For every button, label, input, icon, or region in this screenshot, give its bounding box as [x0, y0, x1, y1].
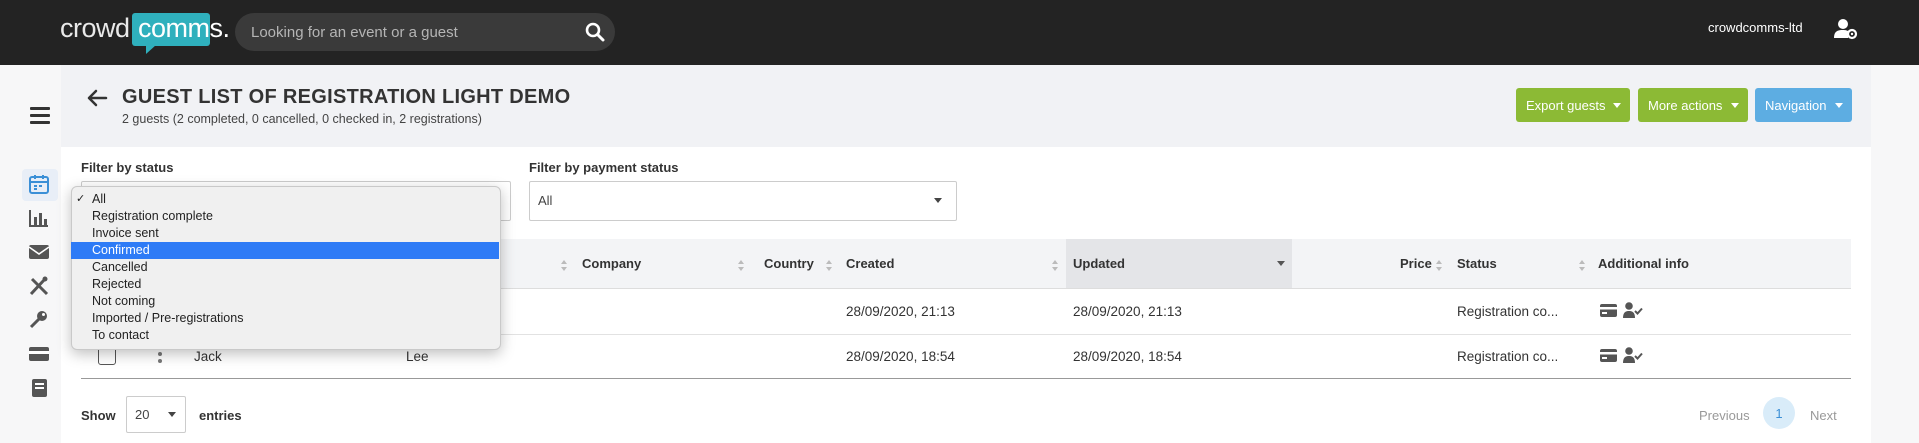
column-company[interactable]: Company — [582, 256, 641, 271]
sort-icon[interactable] — [738, 260, 744, 272]
table-bottom-border — [81, 378, 1851, 379]
status-option-label: Rejected — [92, 277, 142, 291]
previous-page-link[interactable]: Previous — [1699, 408, 1750, 423]
user-check-icon[interactable] — [1623, 302, 1643, 318]
status-option-label: Not coming — [92, 294, 156, 308]
checkmark-icon: ✓ — [76, 193, 86, 205]
current-page-button[interactable]: 1 — [1763, 397, 1795, 429]
payment-filter-label: Filter by payment status — [529, 160, 679, 175]
column-created[interactable]: Created — [846, 256, 894, 271]
status-option[interactable]: ✓ All — [71, 191, 499, 208]
page-subtitle: 2 guests (2 completed, 0 cancelled, 0 ch… — [122, 112, 482, 126]
status-cell: Registration co... — [1457, 304, 1559, 319]
book-icon[interactable] — [28, 378, 50, 398]
envelope-icon[interactable] — [28, 242, 50, 262]
updated-cell: 28/09/2020, 18:54 — [1073, 349, 1182, 364]
payment-card-icon[interactable] — [1600, 304, 1617, 317]
payment-filter-value: All — [538, 193, 553, 208]
status-option-label: Registration complete — [92, 209, 213, 223]
key-icon[interactable] — [28, 310, 50, 330]
payment-filter-select[interactable] — [529, 181, 957, 221]
column-status[interactable]: Status — [1457, 256, 1497, 271]
chevron-down-icon — [934, 198, 942, 203]
column-updated[interactable]: Updated — [1073, 256, 1125, 271]
sort-icon[interactable] — [1579, 260, 1585, 272]
search-icon[interactable] — [585, 22, 605, 42]
status-option[interactable]: Rejected — [71, 276, 499, 293]
logo-text[interactable]: crowd — [60, 13, 130, 44]
entries-label: entries — [199, 408, 242, 423]
back-arrow-icon[interactable] — [86, 88, 108, 108]
more-actions-button[interactable]: More actions — [1638, 88, 1748, 122]
sort-desc-icon[interactable] — [1277, 261, 1285, 266]
status-option-label: Confirmed — [92, 243, 150, 257]
status-option[interactable]: To contact — [71, 327, 499, 344]
user-settings-icon[interactable] — [1834, 18, 1858, 40]
page-size-value: 20 — [135, 407, 150, 422]
status-cell: Registration co... — [1457, 349, 1559, 364]
status-option-label: To contact — [92, 328, 149, 342]
status-option-label: Cancelled — [92, 260, 148, 274]
logo-text-accent[interactable]: comms. — [138, 13, 230, 44]
chevron-down-icon — [1731, 103, 1739, 108]
last-name-cell: Lee — [406, 349, 429, 364]
export-guests-button[interactable]: Export guests — [1516, 88, 1630, 122]
updated-cell: 28/09/2020, 21:13 — [1073, 304, 1182, 319]
column-price[interactable]: Price — [1400, 256, 1432, 271]
status-option-label: All — [92, 192, 106, 206]
status-option[interactable]: Not coming — [71, 293, 499, 310]
column-country[interactable]: Country — [764, 256, 814, 271]
sort-icon[interactable] — [1436, 260, 1442, 272]
created-cell: 28/09/2020, 18:54 — [846, 349, 955, 364]
chevron-down-icon — [1835, 103, 1843, 108]
status-option[interactable]: Invoice sent — [71, 225, 499, 242]
next-page-link[interactable]: Next — [1810, 408, 1837, 423]
navigation-label: Navigation — [1765, 97, 1827, 113]
status-option[interactable]: Imported / Pre-registrations — [71, 310, 499, 327]
tools-icon[interactable] — [28, 276, 50, 296]
sort-icon[interactable] — [561, 260, 567, 272]
chevron-down-icon — [168, 412, 176, 417]
column-additional-info: Additional info — [1598, 256, 1689, 271]
calendar-icon[interactable] — [28, 174, 50, 194]
sort-icon[interactable] — [1052, 260, 1058, 272]
navigation-button[interactable]: Navigation — [1755, 88, 1852, 122]
export-guests-label: Export guests — [1526, 97, 1606, 113]
payment-card-icon[interactable] — [1600, 349, 1617, 362]
user-check-icon[interactable] — [1623, 347, 1643, 363]
status-option[interactable]: Cancelled — [71, 259, 499, 276]
credit-card-icon[interactable] — [28, 344, 50, 364]
status-option-label: Invoice sent — [92, 226, 159, 240]
sort-icon[interactable] — [826, 260, 832, 272]
status-option[interactable]: Confirmed — [71, 242, 499, 259]
status-option[interactable]: Registration complete — [71, 208, 499, 225]
more-actions-label: More actions — [1648, 97, 1723, 113]
page-title: GUEST LIST OF REGISTRATION LIGHT DEMO — [122, 86, 571, 108]
search-placeholder: Looking for an event or a guest — [251, 24, 458, 41]
account-name[interactable]: crowdcomms-ltd — [1708, 20, 1803, 35]
show-label: Show — [81, 408, 116, 423]
menu-icon[interactable] — [30, 107, 50, 125]
status-option-label: Imported / Pre-registrations — [92, 311, 244, 325]
status-filter-label: Filter by status — [81, 160, 174, 175]
first-name-cell: Jack — [194, 349, 222, 364]
bar-chart-icon[interactable] — [28, 208, 50, 228]
chevron-down-icon — [1613, 103, 1621, 108]
created-cell: 28/09/2020, 21:13 — [846, 304, 955, 319]
